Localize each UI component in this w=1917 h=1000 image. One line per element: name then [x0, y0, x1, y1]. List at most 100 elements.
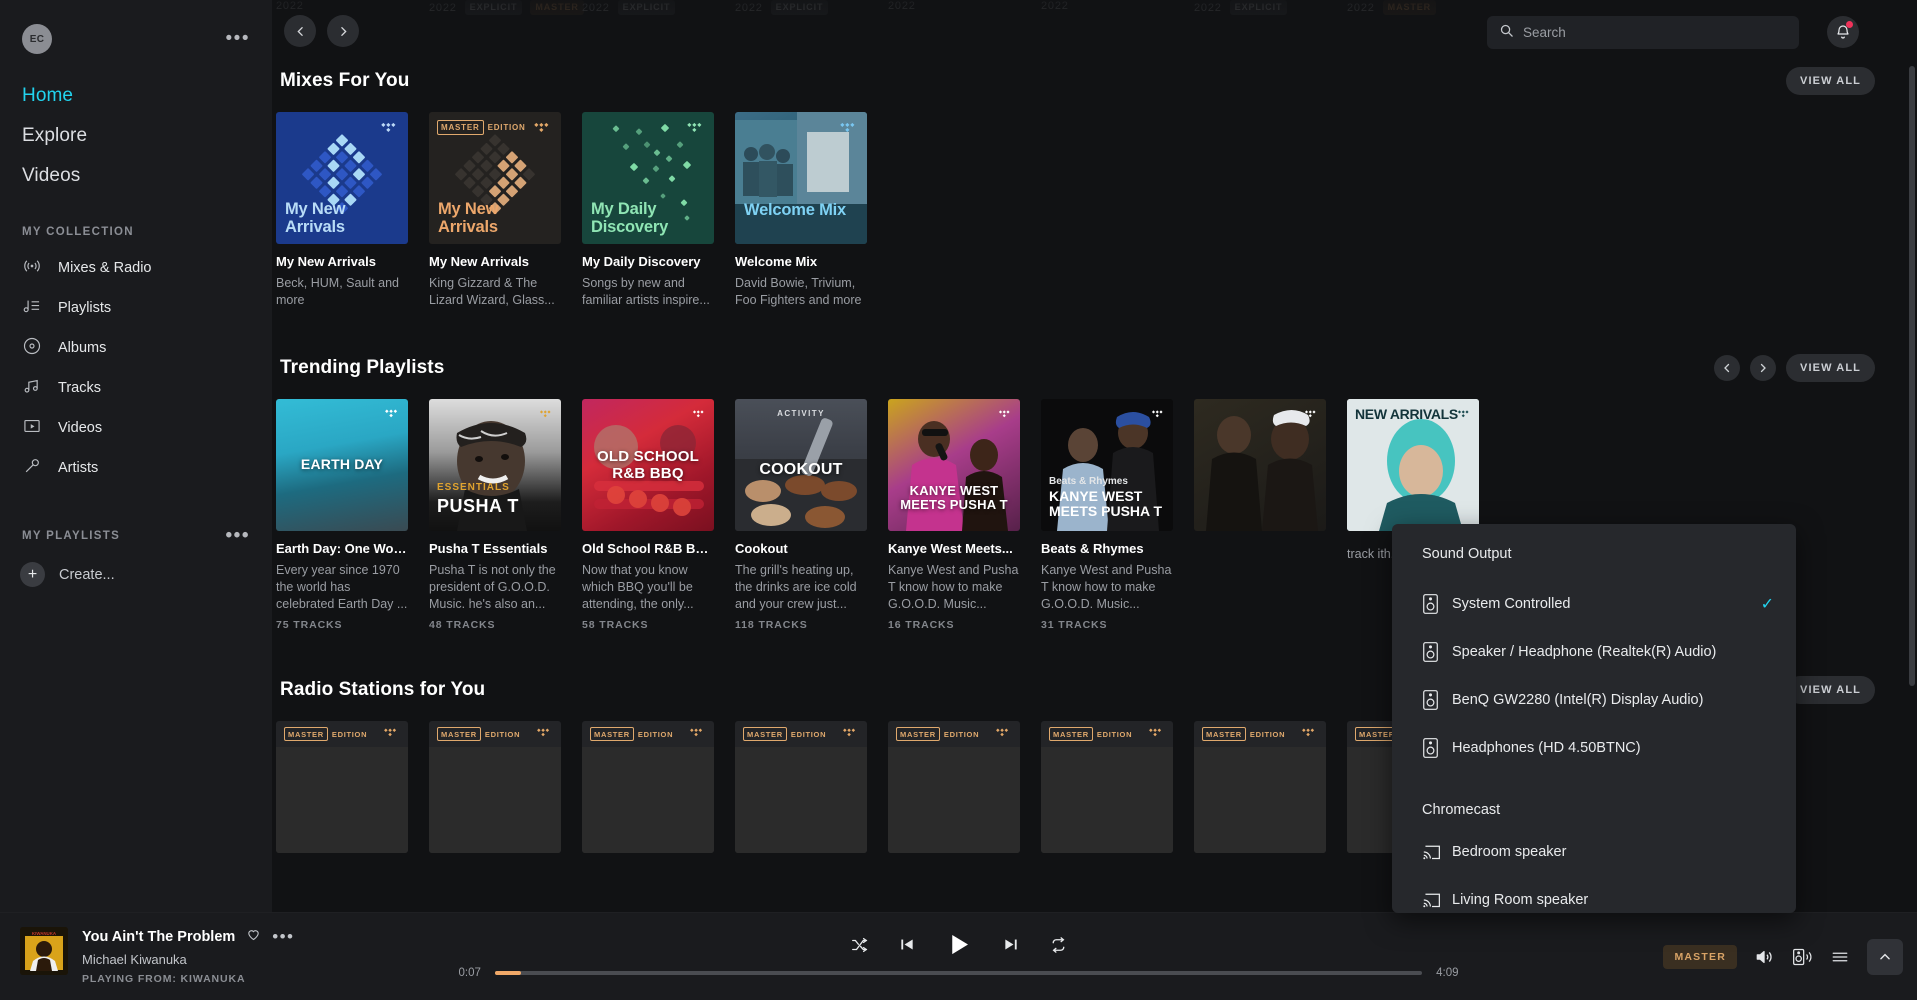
vertical-scrollbar[interactable] [1909, 66, 1915, 686]
partial-meta: 2022 [1041, 0, 1069, 12]
playlist-artwork[interactable]: KANYE WEST MEETS PUSHA T [888, 398, 1020, 531]
mix-card[interactable]: My Daily Discovery My Daily Discovery So… [582, 112, 714, 309]
radio-artwork[interactable]: MASTEREDITION [276, 721, 408, 854]
search-input[interactable] [1523, 25, 1787, 40]
playlist-artwork[interactable] [1194, 398, 1326, 531]
shuffle-icon[interactable] [850, 936, 868, 954]
album-mosaic [582, 747, 714, 854]
track-more-icon[interactable]: ••• [272, 928, 294, 945]
repeat-icon[interactable] [1049, 936, 1067, 954]
playlist-card[interactable]: ACTIVITY COOKOUT Cookout The grill's hea… [735, 398, 867, 631]
expand-player-button[interactable] [1867, 939, 1903, 975]
mix-artwork[interactable]: Welcome Mix [735, 112, 867, 244]
progress-bar[interactable] [494, 971, 1423, 975]
mosaic-tile [1041, 747, 1107, 801]
mix-card[interactable]: Welcome Mix Welcome Mix David Bowie, Tri… [735, 112, 867, 309]
artist-name[interactable]: Michael Kiwanuka [82, 952, 294, 967]
sound-output-option-headphones[interactable]: Headphones (HD 4.50BTNC) [1392, 724, 1796, 772]
radio-card[interactable]: MASTEREDITION [582, 721, 714, 854]
playlist-card[interactable] [1194, 398, 1326, 632]
radio-artwork[interactable]: MASTEREDITION [582, 721, 714, 854]
view-all-radio-button[interactable]: VIEW ALL [1786, 676, 1875, 705]
album-cover[interactable]: KIWANUKA [20, 927, 68, 975]
chromecast-option-living-room-speaker[interactable]: Living Room speaker [1392, 876, 1796, 924]
back-button[interactable] [284, 15, 316, 47]
view-all-mixes-button[interactable]: VIEW ALL [1786, 67, 1875, 95]
my-playlists-text: MY PLAYLISTS [22, 530, 121, 542]
playlist-artwork[interactable]: ACTIVITY COOKOUT [735, 398, 867, 531]
quality-badge[interactable]: MASTER [1663, 945, 1737, 969]
mix-card[interactable]: MASTER EDITION My New Arrivals My New Ar… [429, 112, 561, 309]
radio-card[interactable]: MASTEREDITION [735, 721, 867, 854]
sound-output-option-benq[interactable]: BenQ GW2280 (Intel(R) Display Audio) [1392, 676, 1796, 724]
radio-card[interactable]: MASTEREDITION [276, 721, 408, 854]
my-playlists-more-icon[interactable]: ••• [226, 526, 250, 545]
master-badge: MASTER [530, 0, 584, 15]
queue-icon[interactable] [1829, 948, 1851, 966]
partial-meta: 2022 EXPLICIT [735, 0, 829, 15]
playing-from-label: PLAYING FROM: KIWANUKA [82, 973, 246, 985]
sound-output-option-realtek[interactable]: Speaker / Headphone (Realtek(R) Audio) [1392, 628, 1796, 676]
radio-card[interactable]: MASTEREDITION [1194, 721, 1326, 854]
chromecast-option-bedroom-speaker[interactable]: Bedroom speaker [1392, 828, 1796, 876]
trending-prev-button[interactable] [1714, 354, 1741, 381]
volume-icon[interactable] [1753, 947, 1775, 967]
radio-artwork[interactable]: MASTEREDITION [1194, 721, 1326, 854]
artwork-caption: KANYE WEST MEETS PUSHA T [900, 482, 1008, 513]
mix-card[interactable]: My New Arrivals My New Arrivals Beck, HU… [276, 112, 408, 309]
mix-artwork[interactable]: My New Arrivals [276, 112, 408, 244]
artwork-caption: KANYE WEST MEETS PUSHA T [1049, 488, 1163, 520]
notifications-button[interactable] [1827, 16, 1859, 48]
playlist-card[interactable]: EARTH DAY Earth Day: One World,... Every… [276, 398, 408, 631]
sound-output-option-system-controlled[interactable]: System Controlled ✓ [1392, 580, 1796, 628]
playlist-artwork[interactable]: Beats & Rhymes KANYE WEST MEETS PUSHA T [1041, 398, 1173, 531]
cast-icon [1422, 891, 1452, 909]
sidebar-item-albums[interactable]: Albums [0, 328, 272, 368]
radio-card-header: MASTEREDITION [888, 721, 1020, 747]
sound-output-icon[interactable] [1791, 947, 1813, 967]
sidebar-item-mixes-radio[interactable]: Mixes & Radio [0, 248, 272, 288]
check-icon: ✓ [1760, 596, 1774, 613]
create-playlist-button[interactable]: + Create... [0, 552, 272, 597]
playlist-artwork[interactable]: ESSENTIALS PUSHA T [429, 398, 561, 531]
forward-button[interactable] [327, 15, 359, 47]
sidebar-item-artists[interactable]: Artists [0, 448, 272, 488]
mix-artwork[interactable]: MASTER EDITION My New Arrivals [429, 112, 561, 244]
skip-forward-icon[interactable] [1002, 936, 1019, 953]
option-label: Living Room speaker [1452, 892, 1589, 908]
playlist-artwork[interactable]: NEW ARRIVALS [1347, 398, 1479, 531]
avatar[interactable]: EC [22, 24, 52, 54]
search-box[interactable] [1487, 16, 1799, 49]
nav-item-explore[interactable]: Explore [0, 116, 272, 156]
nav-item-videos[interactable]: Videos [0, 156, 272, 196]
sidebar-item-tracks[interactable]: Tracks [0, 368, 272, 408]
radio-card[interactable]: MASTEREDITION [1041, 721, 1173, 854]
trending-next-button[interactable] [1750, 354, 1777, 381]
year-label: 2022 [582, 1, 610, 14]
track-count: 58 TRACKS [582, 619, 649, 632]
playlist-card[interactable]: OLD SCHOOL R&B BBQ Old School R&B BBQ No… [582, 398, 714, 632]
playlist-artwork[interactable]: EARTH DAY [276, 398, 408, 531]
radio-artwork[interactable]: MASTEREDITION [429, 721, 561, 854]
playlist-card[interactable]: Beats & Rhymes KANYE WEST MEETS PUSHA T … [1041, 398, 1173, 631]
radio-card[interactable]: MASTEREDITION [429, 721, 561, 854]
partial-meta: 2022 [888, 0, 916, 12]
playlist-artwork[interactable]: OLD SCHOOL R&B BBQ [582, 398, 714, 531]
view-all-trending-button[interactable]: VIEW ALL [1786, 353, 1875, 382]
heart-icon[interactable] [246, 927, 261, 947]
now-playing: KIWANUKA You Ain't The Problem ••• Micha… [20, 927, 294, 985]
play-button[interactable] [945, 931, 972, 958]
nav-item-home[interactable]: Home [0, 76, 272, 116]
radio-artwork[interactable]: MASTEREDITION [735, 721, 867, 854]
radio-card[interactable]: MASTEREDITION [888, 721, 1020, 854]
playlist-card[interactable]: KANYE WEST MEETS PUSHA T Kanye West Meet… [888, 398, 1020, 631]
playlist-card[interactable]: ESSENTIALS PUSHA T Pusha T Essentials Pu… [429, 398, 561, 631]
radio-artwork[interactable]: MASTEREDITION [1041, 721, 1173, 854]
sidebar-item-playlists[interactable]: Playlists [0, 288, 272, 328]
sidebar-item-videos[interactable]: Videos [0, 408, 272, 448]
section-mixes-for-you: Mixes For You VIEW ALL My New Arrivals M… [272, 64, 1917, 309]
mix-artwork[interactable]: My Daily Discovery [582, 112, 714, 244]
radio-artwork[interactable]: MASTEREDITION [888, 721, 1020, 854]
skip-back-icon[interactable] [898, 936, 915, 953]
sidebar-more-icon[interactable]: ••• [226, 29, 250, 48]
